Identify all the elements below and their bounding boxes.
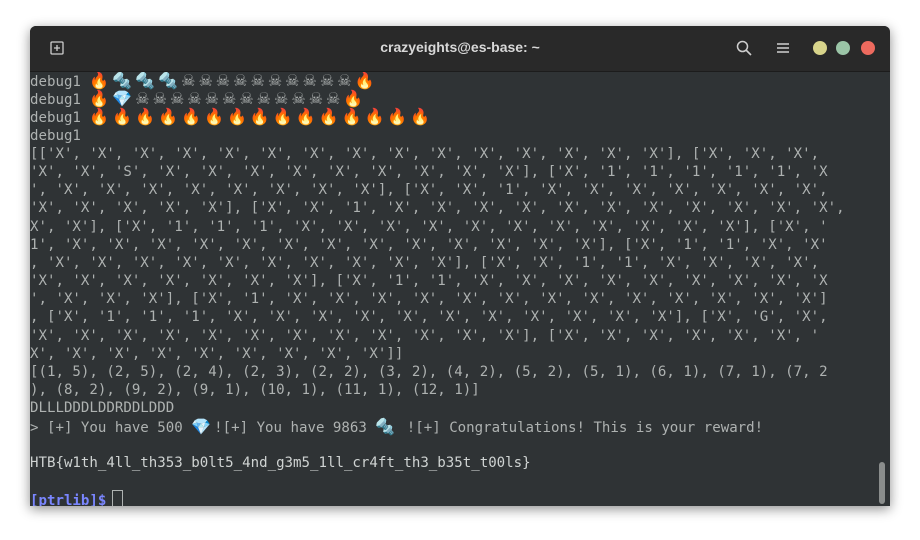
grid-output-line: 'X', 'X', 'X', 'X', 'X'], ['X', 'X', '1'…: [30, 200, 845, 217]
title-bar: crazyeights@es-base: ~: [30, 26, 890, 72]
moves-output: DLLLDDDLDDRDDLDDD: [30, 400, 175, 417]
flag-output: HTB{w1th_4ll_th353_b0lt5_4nd_g3m5_1ll_cr…: [30, 454, 531, 471]
hamburger-menu-icon[interactable]: [775, 40, 791, 56]
debug-row: debug1 🔥💎☠☠☠☠☠☠☠☠☠☠☠☠🔥: [30, 89, 875, 109]
debug-row: debug1 🔥🔥🔥🔥🔥🔥🔥🔥🔥🔥🔥🔥🔥🔥🔥: [30, 107, 875, 127]
grid-output-line: ', 'X', 'X', 'X'], ['X', '1', 'X', 'X', …: [30, 291, 828, 308]
window-title: crazyeights@es-base: ~: [380, 39, 540, 55]
grid-output-line: [['X', 'X', 'X', 'X', 'X', 'X', 'X', 'X'…: [30, 145, 820, 162]
grid-output-line: 'X', 'X', 'X', 'X', 'X', 'X', 'X'], ['X'…: [30, 273, 828, 290]
prompt-line[interactable]: [ptrlib]$: [30, 490, 875, 506]
debug-label: debug1: [30, 74, 81, 90]
result-part3: ![+] Congratulations! This is your rewar…: [398, 419, 764, 436]
grid-output-line: , ['X', '1', '1', '1', 'X', 'X', 'X', 'X…: [30, 309, 828, 326]
grid-output-line: 1', 'X', 'X', 'X', 'X', 'X', 'X', 'X', '…: [30, 236, 828, 253]
search-icon[interactable]: [735, 39, 753, 57]
text-cursor: [112, 490, 124, 506]
result-part1: > [+] You have 500: [30, 419, 192, 436]
path-output-line: [(1, 5), (2, 5), (2, 4), (2, 3), (2, 2),…: [30, 364, 828, 380]
grid-output-line: , 'X', 'X', 'X', 'X', 'X', 'X', 'X', 'X'…: [30, 254, 820, 271]
grid-output-line: 'X', 'X', 'X', 'X', 'X', 'X', 'X', 'X', …: [30, 327, 820, 344]
debug-label: debug1: [30, 110, 81, 127]
terminal-window: crazyeights@es-base: ~ debug1 🔥🔩🔩🔩☠☠☠☠☠☠…: [30, 26, 890, 506]
result-output: > [+] You have 500 💎![+] You have 9863 🔩…: [30, 416, 875, 436]
grid-output-line: X', 'X'], ['X', '1', '1', '1', 'X', 'X',…: [30, 218, 828, 235]
debug-label: debug1: [30, 127, 81, 144]
debug-emoji-row: 🔥🔥🔥🔥🔥🔥🔥🔥🔥🔥🔥🔥🔥🔥🔥: [89, 107, 434, 127]
gem-icon: 💎: [191, 416, 215, 436]
grid-output-line: 'X', 'X', 'S', 'X', 'X', 'X', 'X', 'X', …: [30, 163, 828, 180]
grid-output-line: ', 'X', 'X', 'X', 'X', 'X', 'X', 'X', 'X…: [30, 182, 828, 199]
minimize-icon[interactable]: [813, 41, 827, 55]
debug-row: debug1 🔥🔩🔩🔩☠☠☠☠☠☠☠☠☠☠🔥: [30, 72, 875, 90]
shell-prompt: [ptrlib]$: [30, 493, 107, 506]
grid-output-line: X', 'X', 'X', 'X', 'X', 'X', 'X', 'X', '…: [30, 345, 404, 362]
maximize-icon[interactable]: [836, 41, 850, 55]
scrollbar-thumb[interactable]: [879, 462, 885, 504]
debug-emoji-row: 🔥🔩🔩🔩☠☠☠☠☠☠☠☠☠☠🔥: [89, 72, 378, 90]
close-icon[interactable]: [861, 41, 875, 55]
terminal-output[interactable]: debug1 🔥🔩🔩🔩☠☠☠☠☠☠☠☠☠☠🔥 debug1 🔥💎☠☠☠☠☠☠☠☠…: [30, 72, 875, 506]
result-part2: ![+] You have 9863: [214, 419, 376, 436]
bolt-icon: 🔩: [375, 416, 399, 436]
path-output-line: ), (8, 2), (9, 2), (9, 1), (10, 1), (11,…: [30, 382, 480, 399]
debug-label: debug1: [30, 92, 81, 109]
debug-emoji-row: 🔥💎☠☠☠☠☠☠☠☠☠☠☠☠🔥: [89, 89, 367, 109]
